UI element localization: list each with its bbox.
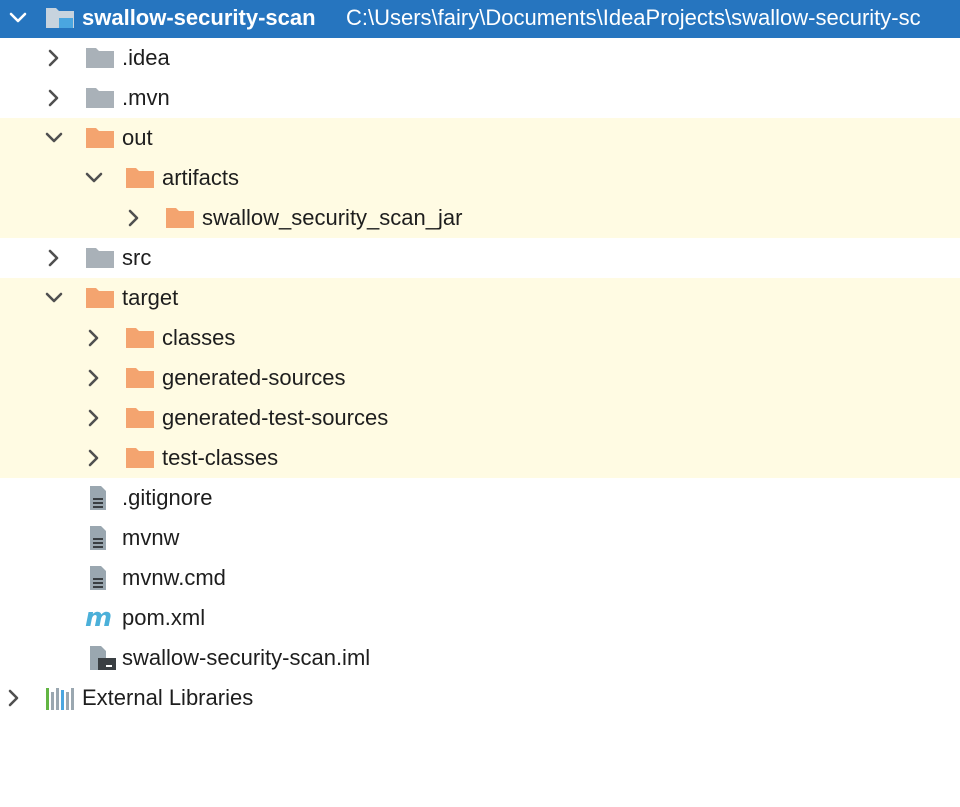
tree-row-gitignore[interactable]: .gitignore (0, 478, 960, 518)
tree-item-label: classes (162, 325, 236, 350)
excluded-folder-icon (124, 366, 156, 390)
chevron-right-icon[interactable] (44, 248, 64, 268)
excluded-folder-icon (124, 406, 156, 430)
folder-icon (84, 46, 116, 70)
tree-row-root[interactable]: swallow-security-scan C:\Users\fairy\Doc… (0, 0, 960, 38)
tree-item-label: target (122, 285, 179, 310)
module-file-icon (84, 646, 116, 670)
tree-item-label: out (122, 125, 153, 150)
chevron-down-icon[interactable] (44, 128, 64, 148)
excluded-folder-icon (84, 126, 116, 150)
tree-item-label: .mvn (122, 85, 170, 110)
tree-item-label: generated-test-sources (162, 405, 389, 430)
tree-row-external-libraries[interactable]: External Libraries (0, 678, 960, 718)
text-file-icon (84, 526, 116, 550)
tree-row-mvnw[interactable]: mvnw (0, 518, 960, 558)
chevron-right-icon[interactable] (124, 208, 144, 228)
tree-row-src[interactable]: src (0, 238, 960, 278)
project-folder-icon (44, 6, 76, 30)
folder-icon (84, 246, 116, 270)
chevron-right-icon[interactable] (84, 408, 104, 428)
tree-row-test-classes[interactable]: test-classes (0, 438, 960, 478)
chevron-right-icon[interactable] (84, 328, 104, 348)
text-file-icon (84, 486, 116, 510)
tree-item-label: mvnw (122, 525, 180, 550)
chevron-down-icon[interactable] (44, 288, 64, 308)
tree-row-mvn[interactable]: .mvn (0, 78, 960, 118)
project-path: C:\Users\fairy\Documents\IdeaProjects\sw… (346, 5, 921, 30)
chevron-right-icon[interactable] (44, 48, 64, 68)
tree-item-label: .idea (122, 45, 170, 70)
tree-item-label: test-classes (162, 445, 279, 470)
tree-item-label: swallow_security_scan_jar (202, 205, 463, 230)
tree-row-idea[interactable]: .idea (0, 38, 960, 78)
tree-item-label: artifacts (162, 165, 240, 190)
maven-icon: m (84, 606, 116, 630)
tree-row-target[interactable]: target (0, 278, 960, 318)
tree-row-iml[interactable]: swallow-security-scan.iml (0, 638, 960, 678)
chevron-right-icon[interactable] (44, 88, 64, 108)
tree-row-out[interactable]: out (0, 118, 960, 158)
chevron-right-icon[interactable] (84, 368, 104, 388)
tree-item-label: src (122, 245, 152, 270)
libraries-icon (44, 686, 76, 710)
excluded-folder-icon (124, 166, 156, 190)
text-file-icon (84, 566, 116, 590)
chevron-right-icon[interactable] (4, 688, 24, 708)
project-name: swallow-security-scan (82, 5, 316, 30)
chevron-down-icon[interactable] (84, 168, 104, 188)
excluded-folder-icon (164, 206, 196, 230)
svg-text:m: m (85, 606, 112, 630)
chevron-down-icon[interactable] (8, 8, 28, 28)
tree-item-label: External Libraries (82, 685, 254, 710)
tree-row-classes[interactable]: classes (0, 318, 960, 358)
folder-icon (84, 86, 116, 110)
tree-item-label: generated-sources (162, 365, 346, 390)
tree-item-label: pom.xml (122, 605, 206, 630)
chevron-right-icon[interactable] (84, 448, 104, 468)
excluded-folder-icon (124, 326, 156, 350)
tree-row-artifacts[interactable]: artifacts (0, 158, 960, 198)
excluded-folder-icon (124, 446, 156, 470)
tree-row-mvnw-cmd[interactable]: mvnw.cmd (0, 558, 960, 598)
tree-item-label: mvnw.cmd (122, 565, 226, 590)
tree-item-label: .gitignore (122, 485, 213, 510)
tree-row-generated-sources[interactable]: generated-sources (0, 358, 960, 398)
tree-row-generated-test-sources[interactable]: generated-test-sources (0, 398, 960, 438)
excluded-folder-icon (84, 286, 116, 310)
tree-row-swallow-security-scan-jar[interactable]: swallow_security_scan_jar (0, 198, 960, 238)
tree-item-label: swallow-security-scan.iml (122, 645, 371, 670)
tree-row-pom-xml[interactable]: m pom.xml (0, 598, 960, 638)
